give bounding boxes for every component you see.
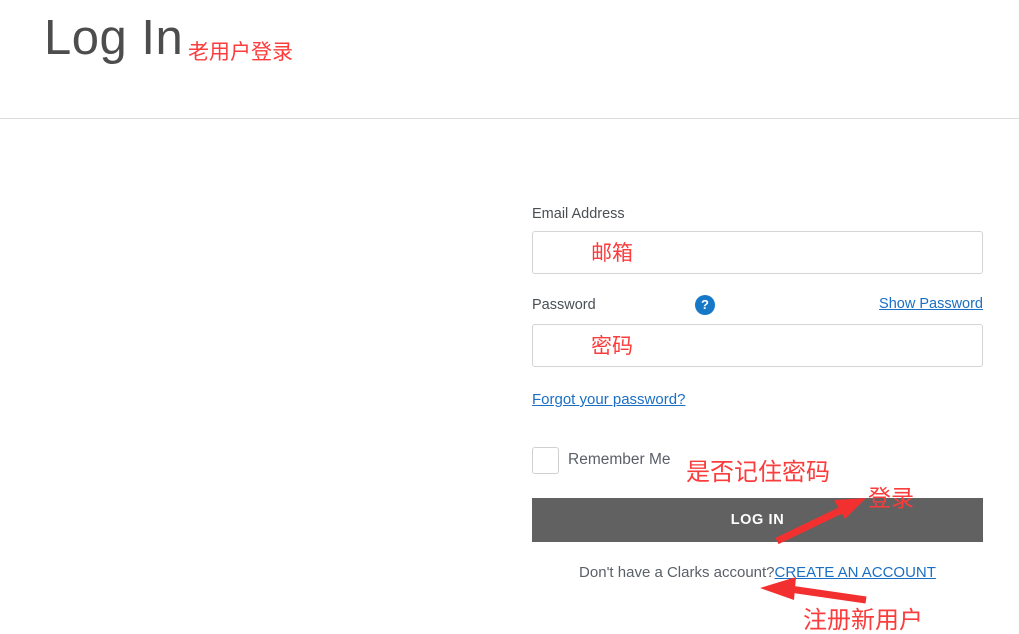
login-form: Email Address Password ? Show Password F… xyxy=(532,205,983,581)
email-field[interactable] xyxy=(532,231,983,274)
show-password-link[interactable]: Show Password xyxy=(879,296,983,312)
help-icon[interactable]: ? xyxy=(695,295,715,315)
create-account-link[interactable]: CREATE AN ACCOUNT xyxy=(775,564,936,581)
create-account-prompt: Don't have a Clarks account? xyxy=(579,564,775,581)
login-button[interactable]: LOG IN xyxy=(532,498,983,542)
email-label: Email Address xyxy=(532,206,625,222)
password-label-row: Password ? Show Password xyxy=(532,295,983,316)
remember-me-checkbox[interactable] xyxy=(532,447,559,474)
page-header: Log In 老用户登录 xyxy=(0,0,1019,119)
login-button-annotation: 登录 xyxy=(868,486,914,512)
remember-me-label: Remember Me xyxy=(568,451,671,468)
password-field[interactable] xyxy=(532,324,983,367)
forgot-password-link[interactable]: Forgot your password? xyxy=(532,391,685,408)
password-label: Password xyxy=(532,297,596,313)
remember-me-annotation: 是否记住密码 xyxy=(686,458,830,486)
page-title-annotation: 老用户登录 xyxy=(188,40,293,64)
create-account-row: Don't have a Clarks account?CREATE AN AC… xyxy=(532,564,983,581)
page-title: Log In xyxy=(44,11,184,65)
